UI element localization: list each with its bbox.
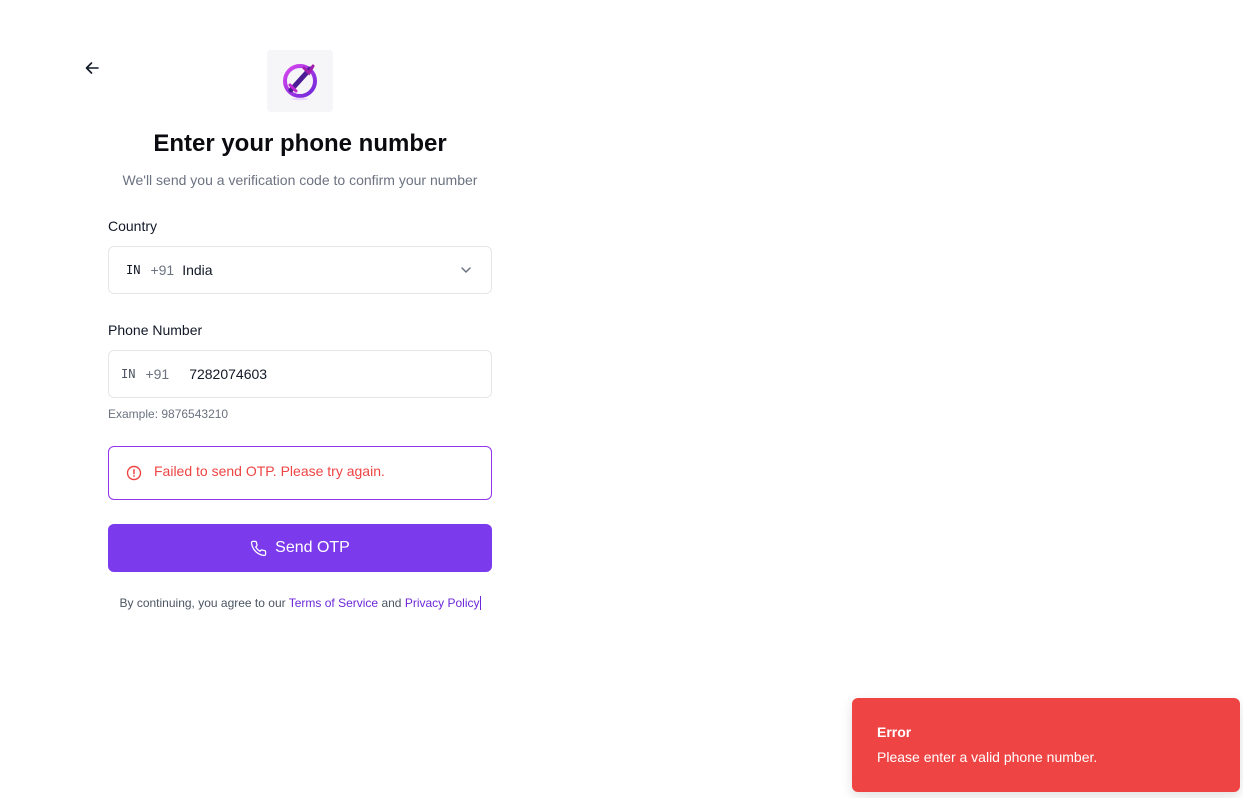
phone-icon: [250, 540, 267, 557]
app-logo: [267, 50, 333, 112]
toast-title: Error: [877, 724, 912, 740]
country-select[interactable]: IN +91 India: [108, 246, 492, 294]
country-label: Country: [108, 218, 158, 234]
country-flag-code: IN: [126, 263, 141, 277]
phone-flag-code: IN: [121, 367, 136, 381]
terms-and: and: [381, 596, 402, 610]
phone-hint: Example: 9876543210: [108, 407, 229, 421]
send-otp-button[interactable]: Send OTP: [108, 524, 492, 572]
arrow-left-icon: [85, 62, 99, 74]
phone-input[interactable]: [189, 366, 450, 382]
toast-message: Please enter a valid phone number.: [877, 749, 1098, 765]
privacy-policy-link[interactable]: Privacy Policy: [405, 596, 480, 610]
phone-verification-page: Enter your phone number We'll send you a…: [0, 0, 1243, 798]
phone-field: IN +91: [108, 350, 492, 398]
country-dial-code: +91: [150, 262, 175, 278]
terms-of-service-link[interactable]: Terms of Service: [289, 596, 378, 610]
chevron-down-icon: [459, 263, 473, 282]
error-toast[interactable]: Error Please enter a valid phone number.: [852, 698, 1240, 792]
page-title: Enter your phone number: [153, 130, 447, 157]
back-button[interactable]: [82, 58, 102, 78]
error-alert: Failed to send OTP. Please try again.: [108, 446, 492, 500]
send-otp-label: Send OTP: [275, 539, 350, 556]
phone-dial-code: +91: [145, 366, 170, 382]
country-name: India: [182, 262, 213, 278]
alert-circle-icon: [126, 465, 142, 481]
page-subtitle: We'll send you a verification code to co…: [122, 172, 478, 188]
terms-text: By continuing, you agree to our Terms of…: [108, 596, 492, 610]
phone-label: Phone Number: [108, 322, 203, 338]
terms-prefix: By continuing, you agree to our: [119, 596, 286, 610]
text-caret: [479, 596, 481, 610]
logo-icon: [283, 64, 317, 101]
error-message: Failed to send OTP. Please try again.: [154, 463, 385, 479]
